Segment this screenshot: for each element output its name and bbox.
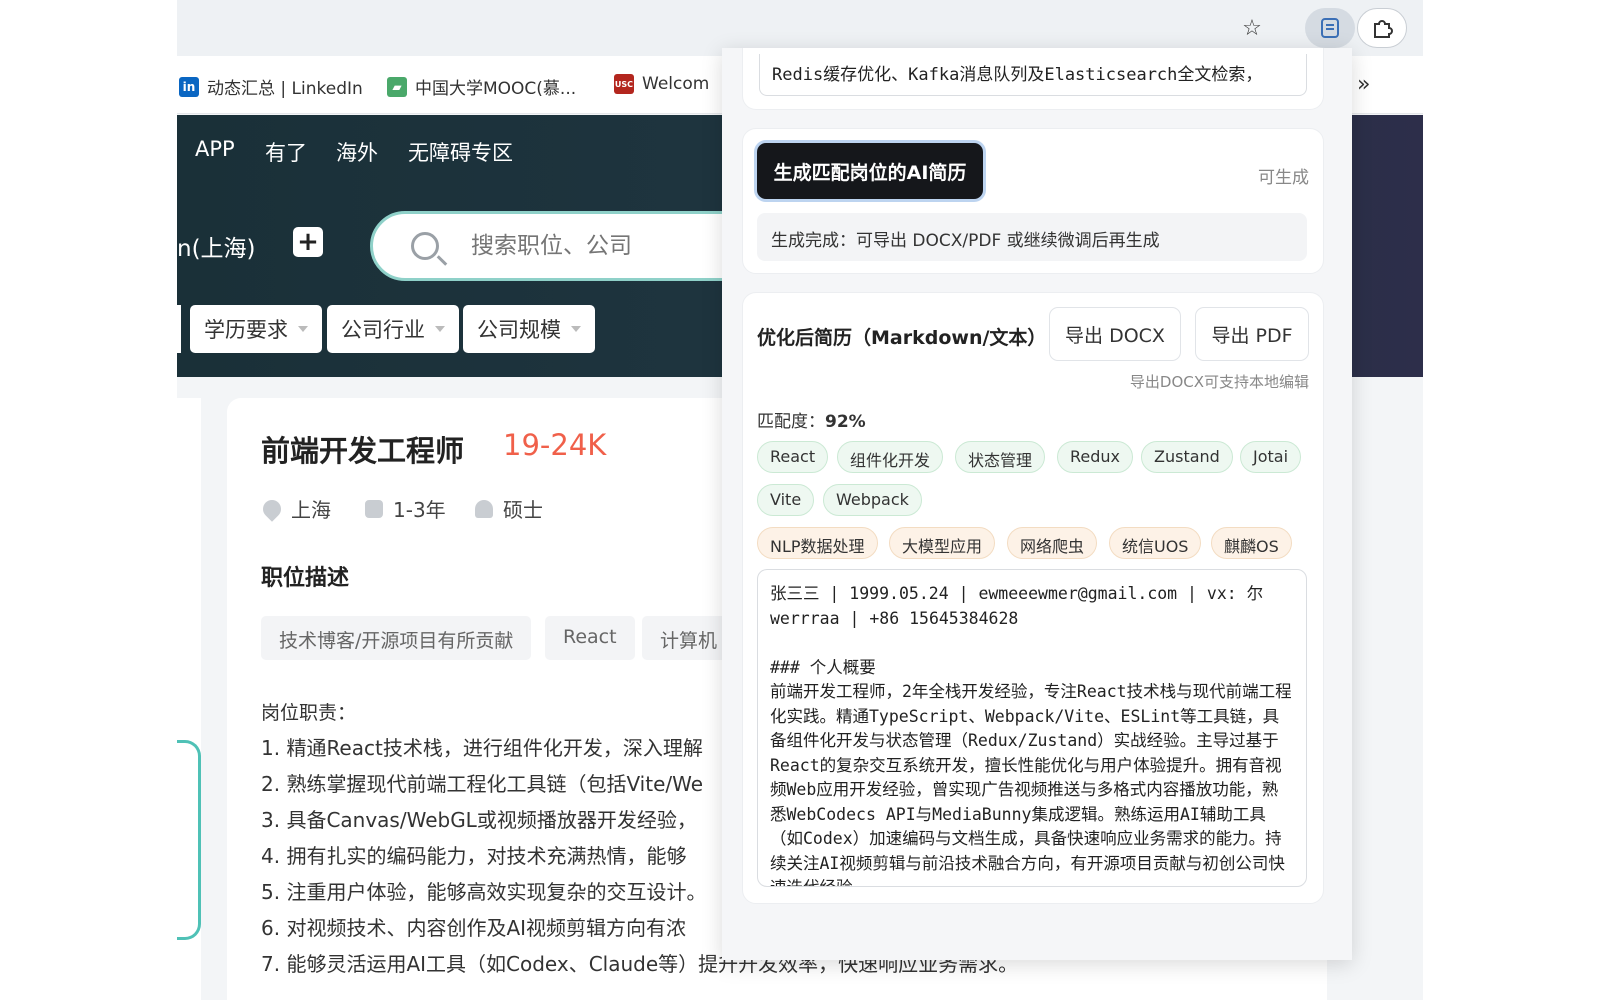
linkedin-icon: in bbox=[179, 76, 199, 97]
caret-down-icon bbox=[571, 326, 581, 332]
reader-icon[interactable] bbox=[1305, 8, 1355, 48]
skill-chip: React bbox=[757, 441, 829, 473]
responsibility-item: 2. 熟练掌握现代前端工程化工具链（包括Vite/We bbox=[261, 772, 704, 796]
export-hint: 导出DOCX可支持本地编辑 bbox=[1129, 373, 1309, 391]
responsibilities-heading: 岗位职责： bbox=[261, 702, 357, 724]
job-tag: React bbox=[545, 616, 635, 660]
bookmark-label: 中国大学MOOC(慕... bbox=[415, 79, 577, 99]
job-location: 上海 bbox=[259, 494, 331, 523]
job-salary: 19-24K bbox=[503, 428, 607, 462]
star-icon[interactable]: ☆ bbox=[1230, 8, 1274, 48]
bookmark-label: Welcom bbox=[642, 74, 710, 94]
generate-status: 生成完成：可导出 DOCX/PDF 或继续微调后再生成 bbox=[757, 213, 1307, 261]
briefcase-icon bbox=[365, 499, 383, 518]
filter-label: 学历要求 bbox=[204, 318, 288, 342]
bookmark-mooc[interactable]: ▰ 中国大学MOOC(慕... bbox=[387, 74, 576, 99]
previous-card: Redis缓存优化、Kafka消息队列及Elasticsearch全文检索， bbox=[742, 48, 1324, 110]
optimized-resume-card: 优化后简历（Markdown/文本） 导出 DOCX 导出 PDF 导出DOCX… bbox=[742, 292, 1324, 904]
resume-title: 优化后简历（Markdown/文本） bbox=[757, 327, 1047, 349]
filter-label: 公司规模 bbox=[477, 318, 561, 342]
skill-chip: Redux bbox=[1057, 441, 1134, 473]
caret-down-icon bbox=[298, 326, 308, 332]
generate-availability: 可生成 bbox=[1258, 168, 1309, 188]
usc-icon: USC bbox=[614, 74, 634, 94]
job-location-text: 上海 bbox=[291, 498, 331, 522]
generate-card: 生成匹配岗位的AI简历 可生成 生成完成：可导出 DOCX/PDF 或继续微调后… bbox=[742, 128, 1324, 274]
skill-chip: 状态管理 bbox=[955, 441, 1046, 473]
bookmark-linkedin[interactable]: in 动态汇总 | LinkedIn bbox=[179, 74, 363, 99]
responsibility-item: 5. 注重用户体验，能够高效实现复杂的交互设计。 bbox=[261, 880, 707, 904]
graduation-cap-icon bbox=[475, 499, 493, 518]
puzzle-icon[interactable] bbox=[1357, 8, 1407, 48]
search-icon bbox=[411, 232, 439, 260]
selected-job-card-edge[interactable] bbox=[177, 740, 201, 940]
job-title: 前端开发工程师 bbox=[261, 434, 465, 468]
job-experience-text: 1-3年 bbox=[393, 498, 446, 522]
job-experience: 1-3年 bbox=[365, 494, 446, 523]
skill-chip: Vite bbox=[757, 484, 815, 516]
match-value: 92% bbox=[825, 412, 866, 432]
job-education: 硕士 bbox=[475, 494, 543, 523]
filter-industry[interactable]: 公司行业 bbox=[327, 305, 459, 353]
skill-chip: Webpack bbox=[823, 484, 922, 516]
caret-down-icon bbox=[435, 326, 445, 332]
extra-skill-chip: 麒麟OS bbox=[1211, 527, 1292, 559]
filter-label: 公司行业 bbox=[341, 318, 425, 342]
extra-skill-chip: 统信UOS bbox=[1109, 527, 1202, 559]
extra-skill-chip: 大模型应用 bbox=[889, 527, 996, 559]
city-selector[interactable]: n(上海) bbox=[177, 229, 256, 263]
more-bookmarks-icon[interactable]: » bbox=[1357, 72, 1370, 97]
mooc-icon: ▰ bbox=[387, 76, 407, 97]
extra-skill-chip: 网络爬虫 bbox=[1007, 527, 1098, 559]
generate-resume-button[interactable]: 生成匹配岗位的AI简历 bbox=[757, 143, 983, 199]
resume-extension-panel: Redis缓存优化、Kafka消息队列及Elasticsearch全文检索， 生… bbox=[722, 48, 1352, 960]
job-education-text: 硕士 bbox=[503, 498, 543, 522]
extra-skill-chip: NLP数据处理 bbox=[757, 527, 878, 559]
bookmark-label: 动态汇总 | LinkedIn bbox=[207, 79, 363, 99]
filter-education[interactable]: 学历要求 bbox=[190, 305, 322, 353]
bookmark-usc[interactable]: USC Welcom bbox=[614, 74, 709, 94]
nav-overseas[interactable]: 海外 bbox=[336, 137, 378, 167]
responsibility-item: 4. 拥有扎实的编码能力，对技术充满热情，能够 bbox=[261, 844, 687, 868]
skill-chip: 组件化开发 bbox=[837, 441, 944, 473]
responsibility-item: 6. 对视频技术、内容创作及AI视频剪辑方向有浓 bbox=[261, 916, 687, 940]
match-label: 匹配度： bbox=[757, 412, 825, 432]
nav-app[interactable]: APP bbox=[195, 137, 235, 161]
match-score: 匹配度：92% bbox=[757, 407, 866, 432]
nav-youle[interactable]: 有了 bbox=[265, 137, 307, 167]
export-docx-button[interactable]: 导出 DOCX bbox=[1049, 307, 1181, 361]
location-icon bbox=[259, 495, 285, 522]
profile-textarea[interactable]: Redis缓存优化、Kafka消息队列及Elasticsearch全文检索， bbox=[759, 54, 1307, 96]
nav-accessibility[interactable]: 无障碍专区 bbox=[408, 137, 513, 167]
responsibility-item: 3. 具备Canvas/WebGL或视频播放器开发经验， bbox=[261, 808, 697, 832]
section-title: 职位描述 bbox=[261, 566, 350, 591]
export-pdf-button[interactable]: 导出 PDF bbox=[1195, 307, 1309, 361]
skill-chip: Zustand bbox=[1141, 441, 1233, 473]
filter-stub bbox=[177, 305, 181, 353]
filter-company-size[interactable]: 公司规模 bbox=[463, 305, 595, 353]
resume-textarea[interactable]: 张三三 | 1999.05.24 | ewmeeewmer@gmail.com … bbox=[757, 569, 1307, 887]
job-tag: 技术博客/开源项目有所贡献 bbox=[261, 616, 532, 660]
skill-chip: Jotai bbox=[1240, 441, 1302, 473]
responsibility-item: 1. 精通React技术栈，进行组件化开发，深入理解 bbox=[261, 736, 703, 760]
add-icon[interactable]: + bbox=[293, 227, 323, 257]
